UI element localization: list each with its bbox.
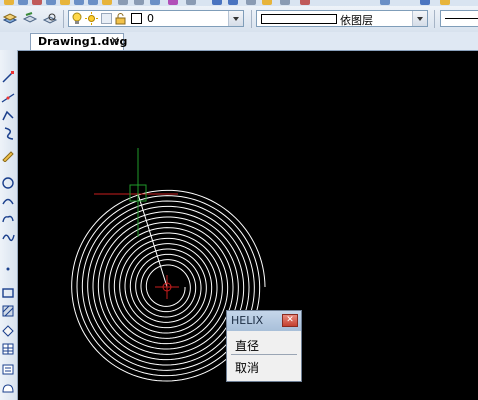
point-icon[interactable] (1, 262, 15, 276)
menu-divider (231, 354, 297, 355)
close-icon[interactable]: ✕ (282, 314, 298, 327)
layer-toolbar: 0 依图层 (0, 6, 478, 33)
toolbar-icon[interactable] (60, 0, 70, 5)
toolbar-separator (434, 10, 435, 28)
toolbar-icon[interactable] (74, 0, 84, 5)
center-crosshair (155, 275, 179, 299)
color-swatch (261, 14, 337, 24)
arc-icon[interactable] (1, 194, 15, 208)
revision-cloud-icon[interactable] (1, 212, 15, 226)
polygon-icon[interactable] (1, 126, 15, 140)
toolbar-icon[interactable] (134, 0, 144, 5)
toolbar-icon[interactable] (246, 0, 256, 5)
toolbar-icon[interactable] (280, 0, 290, 5)
layer-combo[interactable]: 0 (68, 10, 244, 27)
toolbar-icon[interactable] (102, 0, 112, 5)
toolbar-icon[interactable] (150, 0, 160, 5)
circle-icon[interactable] (1, 176, 15, 190)
document-tab-bar: Drawing1.dwg ✕ (0, 32, 478, 51)
toolbar-icon[interactable] (46, 0, 56, 5)
helix-option-menu: HELIX ✕ 直径 取消 (226, 310, 302, 382)
toolbar-icon[interactable] (4, 0, 14, 5)
draw-toolbar (0, 50, 18, 400)
color-value: 依图层 (340, 14, 373, 27)
toolbar-icon[interactable] (118, 0, 128, 5)
menu-item-diameter[interactable]: 直径 (231, 335, 297, 353)
toolbar-icon[interactable] (300, 0, 310, 5)
close-tab-icon[interactable]: ✕ (110, 34, 120, 48)
toolbar-icon[interactable] (380, 0, 390, 5)
layer-color-swatch (131, 13, 142, 24)
linetype-combo[interactable] (440, 10, 478, 27)
helix-menu-titlebar: HELIX ✕ (227, 311, 301, 331)
color-dropdown-arrow-icon[interactable] (412, 11, 427, 26)
insert-block-icon[interactable] (1, 382, 15, 396)
toolbar-icon[interactable] (168, 0, 178, 5)
layer-name: 0 (147, 12, 154, 25)
layer-previous-icon[interactable] (41, 10, 59, 28)
layer-state-icon[interactable] (21, 10, 39, 28)
toolbar-icon[interactable] (88, 0, 98, 5)
menu-item-label: 取消 (235, 361, 260, 375)
color-combo[interactable]: 依图层 (256, 10, 428, 27)
document-tab[interactable]: Drawing1.dwg ✕ (30, 33, 127, 50)
spline-icon[interactable] (1, 230, 15, 244)
region-icon[interactable] (1, 324, 15, 338)
toolbar-separator (63, 10, 64, 28)
hatch-icon[interactable] (1, 304, 15, 318)
toolbar-icon[interactable] (440, 0, 450, 5)
helix-menu-title: HELIX (231, 314, 264, 327)
layer-manager-icon[interactable] (1, 10, 19, 28)
toolbar-separator (251, 10, 252, 28)
toolbar-icon[interactable] (262, 0, 272, 5)
menu-item-label: 直径 (235, 339, 260, 353)
toolbar-icon[interactable] (18, 0, 28, 5)
toolbar-icon[interactable] (420, 0, 430, 5)
bulb-icon (72, 12, 82, 28)
polyline-icon[interactable] (1, 108, 15, 122)
linetype-preview (445, 18, 478, 19)
viewport-freeze-icon (101, 13, 112, 27)
sun-icon (85, 12, 98, 28)
construction-line-icon[interactable] (1, 90, 15, 104)
rectangle-icon[interactable] (1, 286, 15, 300)
multiline-text-icon[interactable] (1, 362, 15, 376)
toolbar-icon[interactable] (212, 0, 222, 5)
menu-item-cancel[interactable]: 取消 (231, 357, 297, 375)
layer-dropdown-arrow-icon[interactable] (228, 11, 243, 26)
lock-icon (115, 12, 126, 28)
ucs-icon (94, 148, 178, 237)
pencil-icon[interactable] (1, 148, 15, 162)
toolbar-icon[interactable] (32, 0, 42, 5)
line-icon[interactable] (1, 70, 15, 84)
toolbar-icon[interactable] (228, 0, 238, 5)
toolbar-icon[interactable] (186, 0, 196, 5)
table-icon[interactable] (1, 342, 15, 356)
